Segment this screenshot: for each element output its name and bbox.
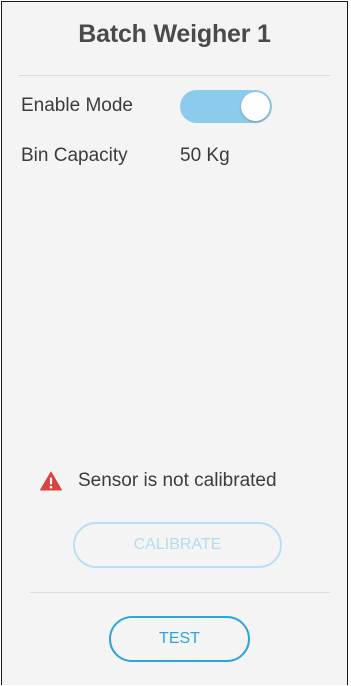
panel-title: Batch Weigher 1 (78, 20, 271, 48)
bin-capacity-value: 50 Kg (180, 145, 230, 166)
batch-weigher-panel: Batch Weigher 1 Enable Mode Bin Capacity… (1, 1, 348, 685)
test-button[interactable]: TEST (109, 616, 250, 662)
calibrate-button[interactable]: CALIBRATE (73, 522, 282, 568)
actions-divider (30, 592, 330, 593)
warning-message: Sensor is not calibrated (78, 470, 277, 491)
toggle-knob (241, 92, 270, 121)
enable-mode-label: Enable Mode (21, 95, 133, 116)
title-divider (19, 75, 330, 76)
warning-triangle-icon (40, 471, 62, 491)
calibration-warning: Sensor is not calibrated (40, 468, 277, 494)
enable-mode-toggle[interactable] (180, 90, 272, 123)
bin-capacity-label: Bin Capacity (21, 145, 128, 166)
